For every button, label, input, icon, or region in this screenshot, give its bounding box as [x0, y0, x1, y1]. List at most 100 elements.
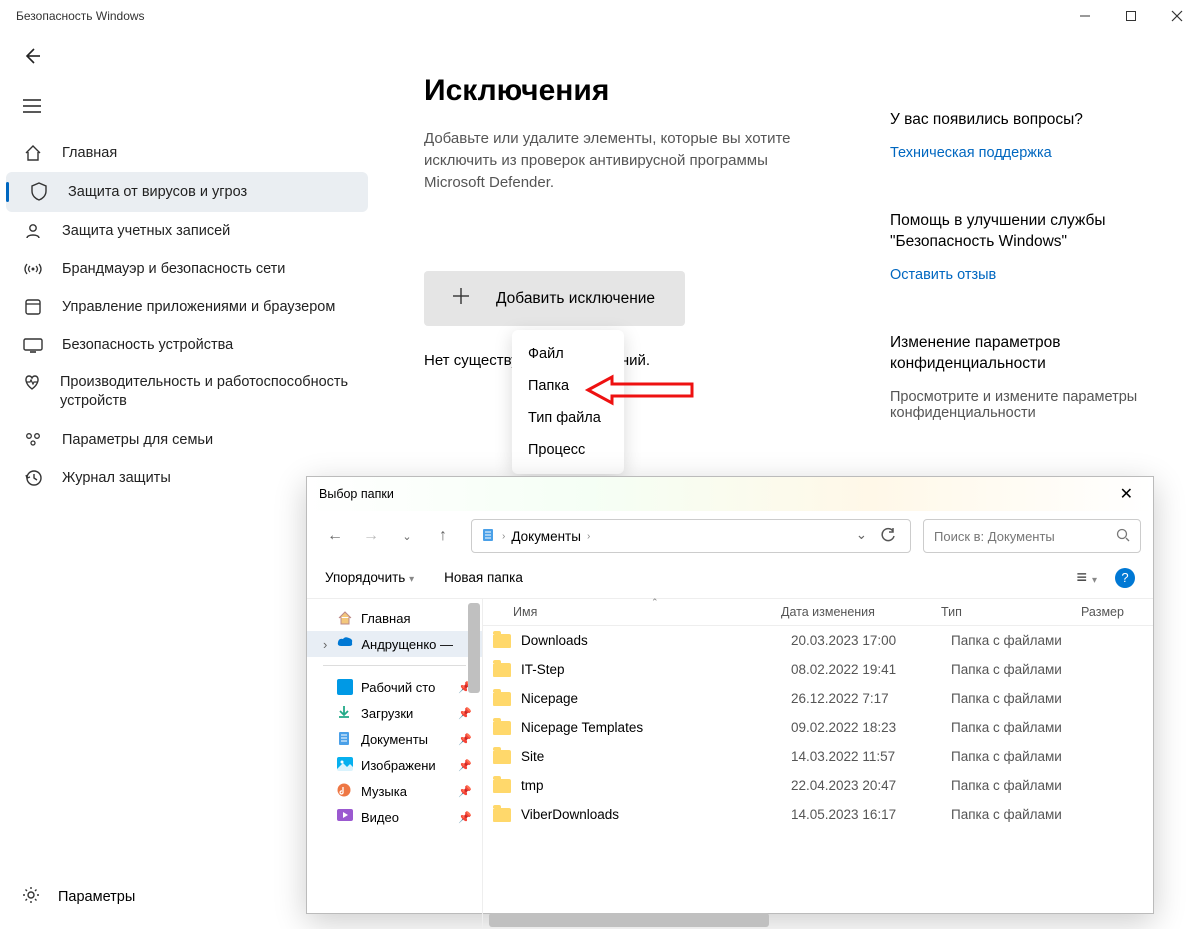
account-icon	[22, 222, 44, 240]
cloud-icon	[337, 636, 353, 652]
help-button[interactable]: ?	[1115, 568, 1135, 588]
side-documents[interactable]: Документы📌	[307, 726, 482, 752]
gear-icon	[22, 886, 40, 908]
sidebar-item-label: Управление приложениями и браузером	[62, 298, 335, 317]
file-type: Папка с файлами	[951, 778, 1101, 793]
chevron-down-icon[interactable]: ⌄	[856, 527, 867, 545]
sidebar-item-device[interactable]: Безопасность устройства	[0, 327, 374, 363]
side-desktop[interactable]: Рабочий сто📌	[307, 674, 482, 700]
history-icon	[22, 469, 44, 487]
folder-icon	[493, 692, 511, 706]
nav-back-button[interactable]: ←	[319, 520, 351, 552]
right-column: У вас появились вопросы? Техническая под…	[890, 110, 1160, 471]
search-placeholder: Поиск в: Документы	[934, 529, 1055, 544]
file-date: 20.03.2023 17:00	[791, 633, 951, 648]
file-list-hscrollbar[interactable]	[489, 913, 1135, 927]
side-music[interactable]: Музыка📌	[307, 778, 482, 804]
menu-item-process[interactable]: Процесс	[512, 434, 624, 466]
sidebar-item-account[interactable]: Защита учетных записей	[0, 212, 374, 250]
chevron-right-icon: ›	[502, 531, 505, 542]
questions-heading: У вас появились вопросы?	[890, 110, 1160, 131]
annotation-arrow-folder	[588, 373, 698, 407]
file-list: ⌃ Имя Дата изменения Тип Размер Download…	[483, 599, 1153, 929]
nav-forward-button[interactable]: →	[355, 520, 387, 552]
app-icon	[22, 298, 44, 316]
sidebar-item-firewall[interactable]: Брандмауэр и безопасность сети	[0, 250, 374, 288]
file-name: IT-Step	[521, 662, 791, 677]
feedback-heading: Помощь в улучшении службы "Безопасность …	[890, 211, 1160, 253]
col-name[interactable]: Имя	[513, 605, 781, 619]
file-row[interactable]: ViberDownloads 14.05.2023 16:17 Папка с …	[483, 800, 1153, 829]
folder-icon	[493, 808, 511, 822]
privacy-heading: Изменение параметров конфиденциальности	[890, 333, 1160, 375]
file-type: Папка с файлами	[951, 807, 1101, 822]
shield-icon	[28, 182, 50, 202]
dialog-sidebar: Главная Андрущенко — Рабочий сто📌 Загруз…	[307, 599, 483, 929]
col-type[interactable]: Тип	[941, 605, 1081, 619]
minimize-button[interactable]	[1062, 0, 1108, 32]
file-date: 08.02.2022 19:41	[791, 662, 951, 677]
col-size[interactable]: Размер	[1081, 605, 1153, 619]
folder-icon	[493, 634, 511, 648]
sidebar-item-health[interactable]: Производительность и работоспособность у…	[0, 363, 374, 421]
file-type: Папка с файлами	[951, 749, 1101, 764]
nav-up-button[interactable]: ↑	[427, 520, 459, 552]
file-name: ViberDownloads	[521, 807, 791, 822]
file-date: 14.05.2023 16:17	[791, 807, 951, 822]
sidebar-item-label: Безопасность устройства	[62, 337, 233, 353]
sidebar-item-family[interactable]: Параметры для семьи	[0, 421, 374, 459]
family-icon	[22, 431, 44, 449]
file-date: 14.03.2022 11:57	[791, 749, 951, 764]
file-row[interactable]: Downloads 20.03.2023 17:00 Папка с файла…	[483, 626, 1153, 655]
view-button[interactable]: ≡ ▾	[1076, 567, 1097, 588]
documents-icon	[480, 527, 496, 546]
dialog-close-button[interactable]: ✕	[1112, 480, 1141, 508]
file-type: Папка с файлами	[951, 720, 1101, 735]
heart-icon	[22, 373, 42, 391]
nav-recent-button[interactable]: ⌄	[391, 520, 423, 552]
add-exclusion-label: Добавить исключение	[496, 290, 655, 308]
music-icon	[337, 783, 353, 799]
file-name: Site	[521, 749, 791, 764]
folder-picker-dialog: Выбор папки ✕ ← → ⌄ ↑ › Документы › ⌄ По…	[306, 476, 1154, 914]
feedback-link[interactable]: Оставить отзыв	[890, 267, 1160, 283]
sidebar-item-virus[interactable]: Защита от вирусов и угроз	[6, 172, 368, 212]
sidebar-scrollbar[interactable]	[468, 601, 480, 927]
sidebar-item-label: Параметры для семьи	[62, 432, 213, 448]
close-button[interactable]	[1154, 0, 1200, 32]
settings-label: Параметры	[58, 889, 135, 905]
file-name: Nicepage Templates	[521, 720, 791, 735]
file-name: tmp	[521, 778, 791, 793]
file-row[interactable]: Nicepage 26.12.2022 7:17 Папка с файлами	[483, 684, 1153, 713]
sidebar-item-appcontrol[interactable]: Управление приложениями и браузером	[0, 288, 374, 327]
side-pictures[interactable]: Изображени📌	[307, 752, 482, 778]
sort-indicator-icon: ⌃	[651, 597, 659, 608]
newfolder-button[interactable]: Новая папка	[444, 570, 523, 585]
side-downloads[interactable]: Загрузки📌	[307, 700, 482, 726]
file-type: Папка с файлами	[951, 633, 1101, 648]
titlebar: Безопасность Windows	[0, 0, 1200, 32]
add-exclusion-button[interactable]: Добавить исключение	[424, 271, 685, 326]
support-link[interactable]: Техническая поддержка	[890, 145, 1160, 161]
file-row[interactable]: Nicepage Templates 09.02.2022 18:23 Папк…	[483, 713, 1153, 742]
window-title: Безопасность Windows	[16, 9, 145, 23]
search-input[interactable]: Поиск в: Документы	[923, 519, 1141, 553]
file-list-header: ⌃ Имя Дата изменения Тип Размер	[483, 599, 1153, 626]
side-onedrive[interactable]: Андрущенко —	[307, 631, 482, 657]
menu-item-file[interactable]: Файл	[512, 338, 624, 370]
sidebar-item-home[interactable]: Главная	[0, 134, 374, 172]
file-row[interactable]: IT-Step 08.02.2022 19:41 Папка с файлами	[483, 655, 1153, 684]
file-row[interactable]: Site 14.03.2022 11:57 Папка с файлами	[483, 742, 1153, 771]
file-name: Nicepage	[521, 691, 791, 706]
side-videos[interactable]: Видео📌	[307, 804, 482, 830]
col-date[interactable]: Дата изменения	[781, 605, 941, 619]
address-bar[interactable]: › Документы › ⌄	[471, 519, 911, 553]
file-row[interactable]: tmp 22.04.2023 20:47 Папка с файлами	[483, 771, 1153, 800]
plus-icon	[452, 287, 470, 310]
device-icon	[22, 337, 44, 353]
firewall-icon	[22, 260, 44, 278]
refresh-icon[interactable]	[881, 527, 896, 545]
maximize-button[interactable]	[1108, 0, 1154, 32]
side-home[interactable]: Главная	[307, 605, 482, 631]
organize-button[interactable]: Упорядочить ▾	[325, 570, 414, 585]
